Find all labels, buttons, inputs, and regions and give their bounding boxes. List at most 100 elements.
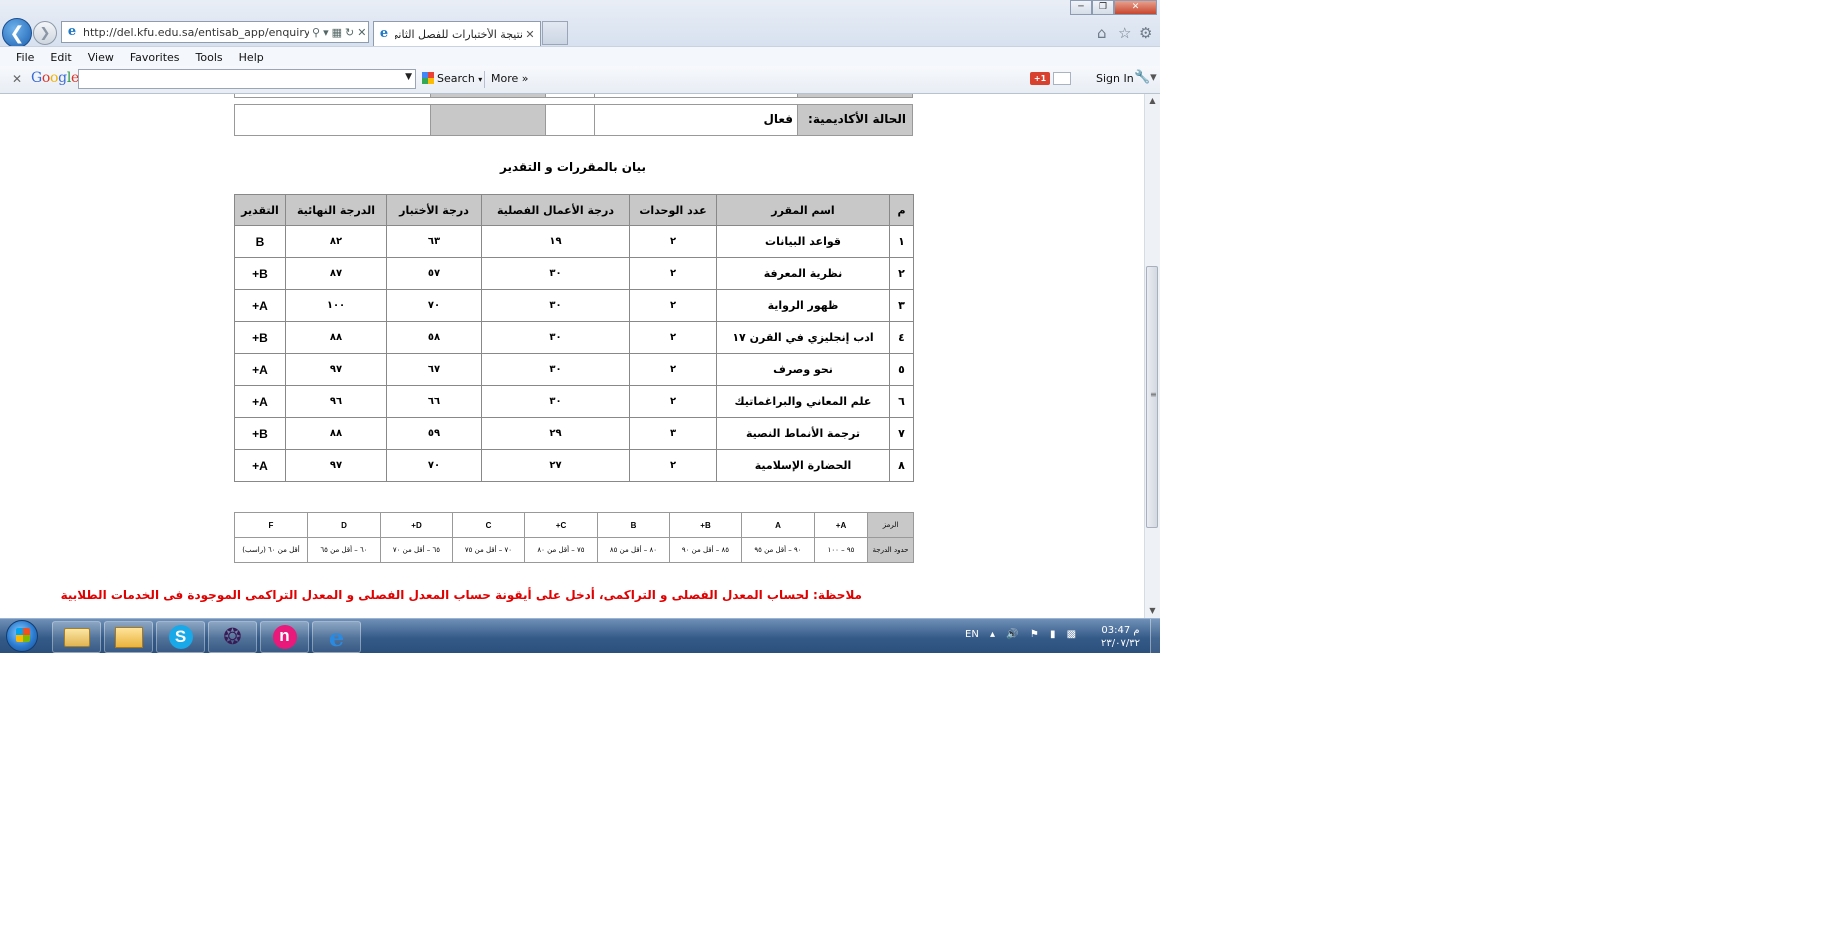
scale-symbol: C+ [524, 512, 598, 538]
cell-grade: A+ [234, 289, 286, 322]
search-icon[interactable]: ⚲ [312, 26, 320, 39]
scale-symbol: F [234, 512, 308, 538]
skype-icon[interactable]: S [156, 621, 205, 653]
google-plus-one-button[interactable]: +1 [1030, 72, 1050, 85]
chevron-down-icon[interactable]: ▼ [405, 72, 412, 82]
table-row: A+ ١٠٠ ٧٠ ٣٠ ٢ ظهور الرواية ٣ [234, 289, 914, 322]
scroll-down-icon[interactable]: ▼ [1145, 604, 1160, 618]
info-cell [545, 104, 595, 136]
cell-row-number: ٦ [889, 385, 914, 418]
tab-active[interactable]: e نتيجة الأختبارات للفصل الثاني ١... ✕ [373, 21, 541, 46]
table-row: B+ ٨٨ ٥٨ ٣٠ ٢ ادب إنجليزي في القرن ١٧ ٤ [234, 321, 914, 354]
cell-final-mark: ٨٧ [285, 257, 387, 290]
compatibility-icon[interactable]: ▦ [332, 26, 342, 39]
google-search-input[interactable]: ▼ [78, 69, 416, 89]
file-manager-icon[interactable] [104, 621, 153, 653]
cell-grade: B+ [234, 321, 286, 354]
cell-row-number: ١ [889, 225, 914, 258]
windows-logo-icon [16, 628, 30, 642]
cell-exam-mark: ٥٧ [386, 257, 482, 290]
info-cell [545, 94, 595, 98]
ie-page-icon: e [67, 24, 77, 39]
cell-row-number: ٧ [889, 417, 914, 450]
cell-final-mark: ٨٢ [285, 225, 387, 258]
cell-course-name: ظهور الرواية [716, 289, 890, 322]
internet-explorer-icon[interactable]: e [312, 621, 361, 653]
n-app-icon[interactable]: n [260, 621, 309, 653]
gear-icon[interactable]: ⚙ [1139, 24, 1152, 42]
scale-range: ٨٠ – أقل من ٨٥ [597, 537, 670, 563]
cell-final-mark: ١٠٠ [285, 289, 387, 322]
cell-row-number: ٥ [889, 353, 914, 386]
scale-range: ٧٥ – أقل من ٨٠ [524, 537, 598, 563]
info-cell [430, 104, 546, 136]
header-course-name: اسم المقرر [716, 194, 890, 226]
close-icon[interactable]: ✕ [1114, 0, 1157, 15]
clock-time: م 03:47 [1101, 625, 1140, 636]
menu-file[interactable]: File [16, 51, 34, 64]
cell-final-mark: ٩٧ [285, 449, 387, 482]
grades-table: التقدير الدرجة النهائية درجة الأختبار در… [234, 194, 914, 482]
clock[interactable]: م 03:47 ٢٣/٠٧/٣٢ [1098, 624, 1143, 650]
menu-view[interactable]: View [88, 51, 114, 64]
scale-symbol: D [307, 512, 381, 538]
menu-favorites[interactable]: Favorites [130, 51, 180, 64]
scale-range: أقل من ٦٠ (راسب) [234, 537, 308, 563]
google-search-button[interactable]: Search ▾ [422, 72, 482, 85]
menu-help[interactable]: Help [239, 51, 264, 64]
cell-coursework-mark: ٢٧ [481, 449, 630, 482]
favorites-star-icon[interactable]: ☆ [1118, 24, 1131, 42]
cell-course-name: ترجمة الأنماط النصية [716, 417, 890, 450]
google-g-icon [422, 72, 434, 84]
refresh-icon[interactable]: ↻ [345, 26, 354, 39]
home-icon[interactable]: ⌂ [1097, 24, 1107, 42]
cell-credit-hours: ٢ [629, 353, 717, 386]
scrollbar-thumb[interactable]: ≡ [1146, 266, 1158, 528]
start-button[interactable] [6, 620, 38, 652]
new-tab-button[interactable] [542, 21, 568, 45]
minimize-icon[interactable]: ─ [1070, 0, 1092, 15]
google-toolbar: ✕ Google ▼ Search ▾ More » +1 Sign In 🔧▾ [0, 66, 1160, 94]
sign-in-link[interactable]: Sign In [1096, 72, 1134, 85]
cell-row-number: ٤ [889, 321, 914, 354]
stop-icon[interactable]: ✕ [357, 26, 366, 39]
browser-window: ❮ ❯ e http://del.kfu.edu.sa/entisab_app/… [0, 0, 1160, 653]
explorer-folder-icon[interactable] [52, 621, 101, 653]
header-number: م [889, 194, 914, 226]
scale-range: ٦٠ – أقل من ٦٥ [307, 537, 381, 563]
system-tray-icons[interactable]: ▴ 🔊 ⚑ ▮ ▩ [990, 629, 1080, 640]
dropdown-icon[interactable]: ▾ [323, 26, 329, 39]
language-indicator[interactable]: EN [965, 629, 979, 640]
cell-course-name: الحضارة الإسلامية [716, 449, 890, 482]
google-search-label: Search [437, 72, 475, 85]
cell-exam-mark: ٧٠ [386, 289, 482, 322]
cell-credit-hours: ٢ [629, 225, 717, 258]
cell-final-mark: ٨٨ [285, 417, 387, 450]
more-button[interactable]: More » [491, 72, 529, 85]
header-exam-mark: درجة الأختبار [386, 194, 482, 226]
wrench-icon[interactable]: 🔧▾ [1134, 70, 1157, 85]
restore-icon[interactable]: ❐ [1092, 0, 1114, 15]
cell-exam-mark: ٥٩ [386, 417, 482, 450]
cell-coursework-mark: ٣٠ [481, 321, 630, 354]
menu-tools[interactable]: Tools [196, 51, 223, 64]
cell-credit-hours: ٢ [629, 289, 717, 322]
scale-range: ٩٥ – ١٠٠ [814, 537, 868, 563]
cell-final-mark: ٩٧ [285, 353, 387, 386]
cell-coursework-mark: ١٩ [481, 225, 630, 258]
more-label: More [491, 72, 519, 85]
scroll-up-icon[interactable]: ▲ [1145, 94, 1160, 108]
close-toolbar-icon[interactable]: ✕ [12, 72, 22, 86]
menu-edit[interactable]: Edit [50, 51, 71, 64]
back-arrow-icon[interactable]: ❮ [2, 18, 32, 48]
vertical-scrollbar[interactable]: ▲ ≡ ▼ [1144, 94, 1160, 618]
spider-app-icon[interactable]: ❂ [208, 621, 257, 653]
show-desktop-button[interactable] [1150, 619, 1160, 653]
cell-course-name: نظرية المعرفة [716, 257, 890, 290]
forward-arrow-icon[interactable]: ❯ [33, 21, 57, 45]
cell-exam-mark: ٦٧ [386, 353, 482, 386]
url-text[interactable]: http://del.kfu.edu.sa/entisab_app/enquir… [83, 26, 309, 39]
toolbar-toggle[interactable] [1053, 72, 1071, 85]
close-tab-icon[interactable]: ✕ [523, 28, 537, 41]
address-bar[interactable]: e http://del.kfu.edu.sa/entisab_app/enqu… [61, 21, 369, 43]
